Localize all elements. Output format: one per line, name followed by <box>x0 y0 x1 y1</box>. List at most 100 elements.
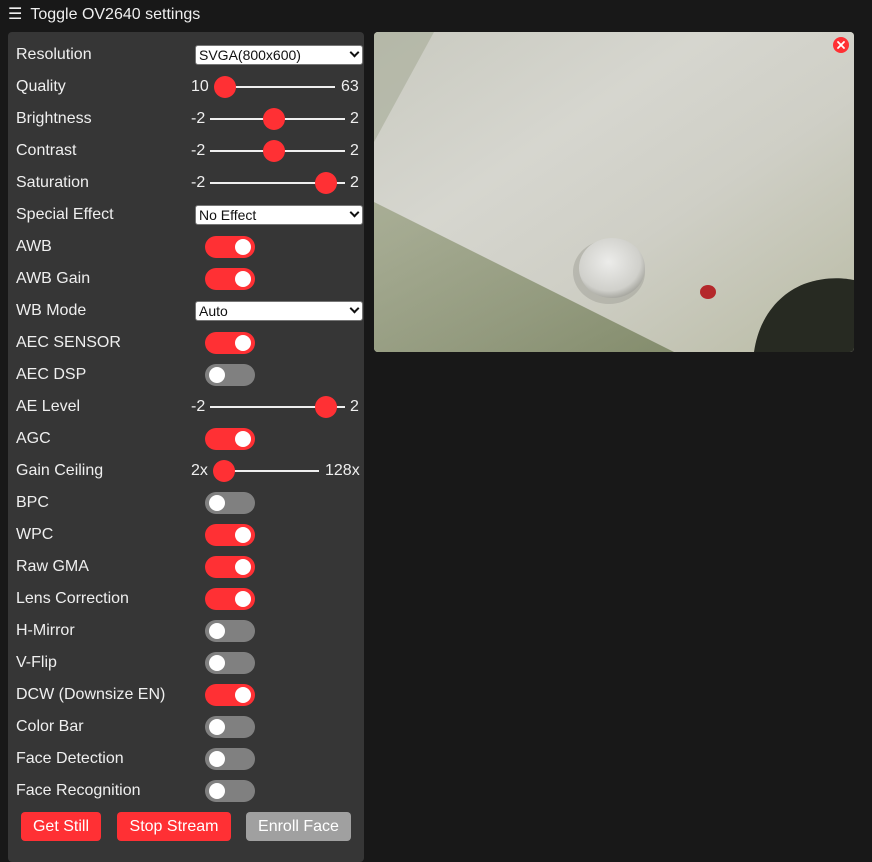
bpc-label: BPC <box>16 494 49 511</box>
toggle-knob <box>235 335 251 351</box>
dcw-label: DCW (Downsize EN) <box>16 686 166 703</box>
menu-icon: ☰ <box>8 6 23 23</box>
raw-gma-row: Raw GMA <box>16 551 356 583</box>
brightness-row: Brightness -2 2 <box>16 103 359 135</box>
toggle-knob <box>235 559 251 575</box>
awb-gain-toggle[interactable] <box>205 268 255 290</box>
close-stream-button[interactable] <box>833 37 849 53</box>
face-recognition-toggle[interactable] <box>205 780 255 802</box>
aec-dsp-label: AEC DSP <box>16 366 87 383</box>
toggle-knob <box>209 495 225 511</box>
face-detection-label: Face Detection <box>16 750 124 767</box>
wb-mode-select[interactable]: Auto <box>195 301 363 321</box>
aec-sensor-label: AEC SENSOR <box>16 334 121 351</box>
face-recognition-label: Face Recognition <box>16 782 141 799</box>
wb-mode-value: Auto <box>199 303 228 319</box>
red-dot <box>700 285 716 299</box>
resolution-select[interactable]: SVGA(800x600) <box>195 45 363 65</box>
v-flip-toggle[interactable] <box>205 652 255 674</box>
color-bar-label: Color Bar <box>16 718 84 735</box>
brightness-max: 2 <box>350 110 359 127</box>
wb-mode-label: WB Mode <box>16 302 87 319</box>
chevron-down-icon <box>349 207 360 218</box>
settings-toggle-label: Toggle OV2640 settings <box>30 6 201 23</box>
toggle-knob <box>235 591 251 607</box>
face-recognition-row: Face Recognition <box>16 775 356 807</box>
brightness-label: Brightness <box>16 110 92 127</box>
toggle-knob <box>209 719 225 735</box>
color-bar-toggle[interactable] <box>205 716 255 738</box>
toggle-knob <box>235 239 251 255</box>
bpc-toggle[interactable] <box>205 492 255 514</box>
get-still-button[interactable]: Get Still <box>21 812 101 841</box>
quality-row: Quality 10 63 <box>16 71 359 103</box>
resolution-label: Resolution <box>16 46 92 63</box>
brightness-slider-thumb[interactable] <box>263 108 285 130</box>
agc-label: AGC <box>16 430 51 447</box>
stream-image <box>374 32 854 352</box>
ae-level-slider-thumb[interactable] <box>315 396 337 418</box>
awb-gain-row: AWB Gain <box>16 263 356 295</box>
face-detection-row: Face Detection <box>16 743 356 775</box>
quality-max: 63 <box>341 78 359 95</box>
settings-panel: Resolution SVGA(800x600) Quality 10 63 B… <box>8 32 364 862</box>
dcw-toggle[interactable] <box>205 684 255 706</box>
chevron-down-icon <box>349 47 360 58</box>
chevron-down-icon <box>349 303 360 314</box>
toggle-knob <box>209 367 225 383</box>
v-flip-label: V-Flip <box>16 654 57 671</box>
wpc-label: WPC <box>16 526 54 543</box>
ae-level-row: AE Level -2 2 <box>16 391 359 423</box>
special-effect-select[interactable]: No Effect <box>195 205 363 225</box>
face-detection-toggle[interactable] <box>205 748 255 770</box>
gain-ceiling-slider-thumb[interactable] <box>213 460 235 482</box>
special-effect-value: No Effect <box>199 207 257 223</box>
quality-slider-thumb[interactable] <box>214 76 236 98</box>
lens-correction-row: Lens Correction <box>16 583 356 615</box>
awb-gain-label: AWB Gain <box>16 270 91 287</box>
contrast-max: 2 <box>350 142 359 159</box>
ae-level-max: 2 <box>350 398 359 415</box>
toggle-knob <box>209 783 225 799</box>
aec-dsp-toggle[interactable] <box>205 364 255 386</box>
quality-label: Quality <box>16 78 66 95</box>
awb-label: AWB <box>16 238 52 255</box>
awb-row: AWB <box>16 231 356 263</box>
awb-toggle[interactable] <box>205 236 255 258</box>
contrast-min: -2 <box>191 142 206 159</box>
stop-stream-button[interactable]: Stop Stream <box>117 812 231 841</box>
settings-toggle[interactable]: ☰ Toggle OV2640 settings <box>8 4 200 26</box>
aec-sensor-row: AEC SENSOR <box>16 327 356 359</box>
toggle-knob <box>209 623 225 639</box>
toggle-knob <box>235 527 251 543</box>
contrast-label: Contrast <box>16 142 77 159</box>
saturation-label: Saturation <box>16 174 89 191</box>
wb-mode-row: WB Mode Auto <box>16 295 363 327</box>
gain-ceiling-row: Gain Ceiling 2x 128x <box>16 455 360 487</box>
quality-track[interactable] <box>221 86 335 88</box>
close-icon <box>837 41 845 49</box>
camera-stream <box>374 32 854 352</box>
contrast-row: Contrast -2 2 <box>16 135 359 167</box>
dcw-row: DCW (Downsize EN) <box>16 679 356 711</box>
ae-level-min: -2 <box>191 398 206 415</box>
gain-ceiling-min: 2x <box>191 462 208 479</box>
contrast-slider-thumb[interactable] <box>263 140 285 162</box>
h-mirror-toggle[interactable] <box>205 620 255 642</box>
raw-gma-label: Raw GMA <box>16 558 89 575</box>
agc-row: AGC <box>16 423 356 455</box>
ae-level-label: AE Level <box>16 398 81 415</box>
wpc-toggle[interactable] <box>205 524 255 546</box>
special-effect-label: Special Effect <box>16 206 114 223</box>
color-bar-row: Color Bar <box>16 711 356 743</box>
enroll-face-button[interactable]: Enroll Face <box>246 812 351 841</box>
agc-toggle[interactable] <box>205 428 255 450</box>
lens-correction-toggle[interactable] <box>205 588 255 610</box>
aec-sensor-toggle[interactable] <box>205 332 255 354</box>
toggle-knob <box>235 431 251 447</box>
h-mirror-label: H-Mirror <box>16 622 75 639</box>
raw-gma-toggle[interactable] <box>205 556 255 578</box>
saturation-slider-thumb[interactable] <box>315 172 337 194</box>
action-buttons: Get Still Stop Stream Enroll Face <box>8 812 364 842</box>
toggle-knob <box>235 271 251 287</box>
